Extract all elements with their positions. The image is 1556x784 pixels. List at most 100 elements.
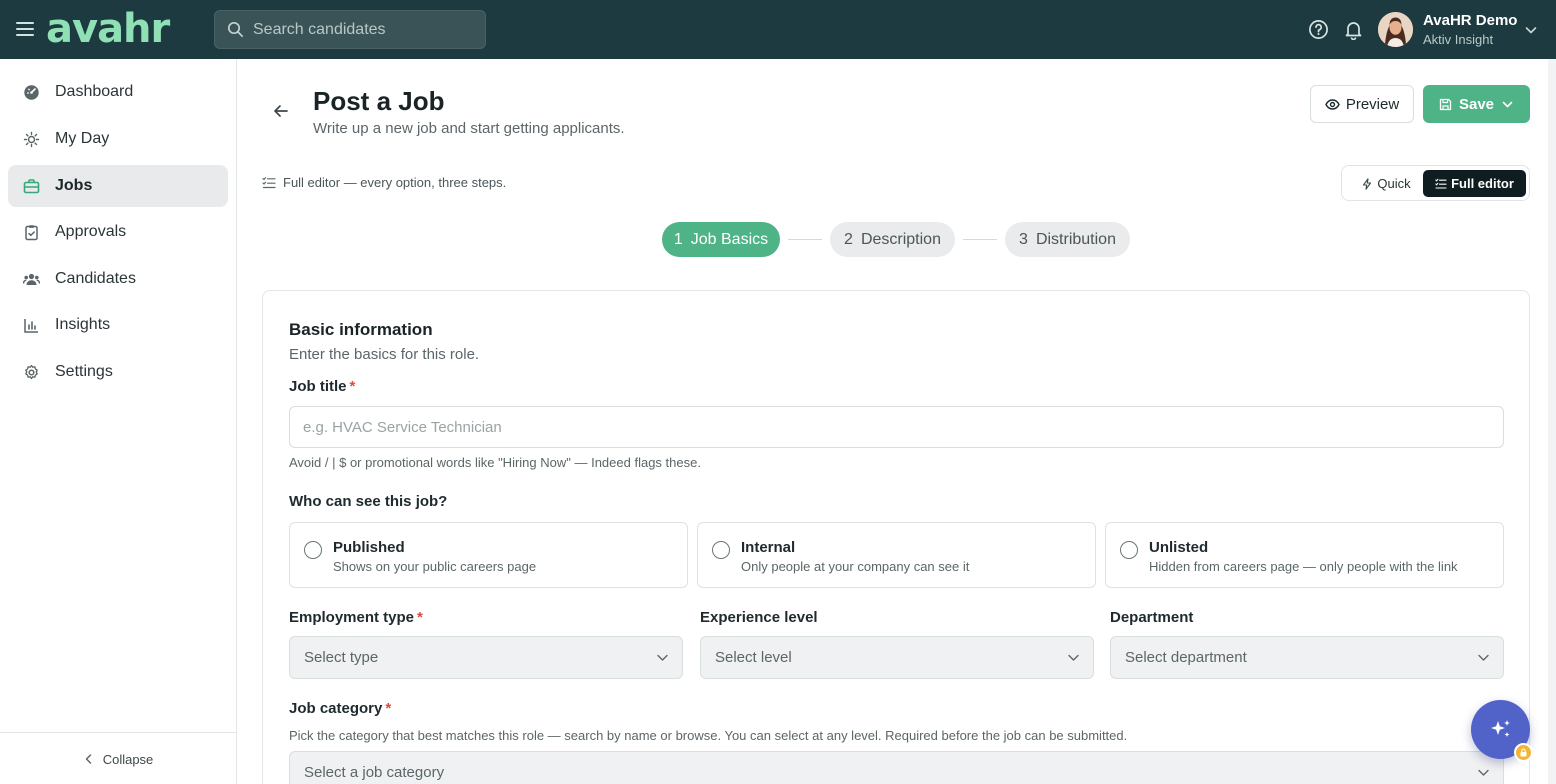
save-label: Save: [1458, 95, 1495, 113]
collapse-button[interactable]: Collapse: [0, 747, 236, 771]
step-distribution[interactable]: 3 Distribution: [1005, 222, 1130, 257]
chevron-down-icon: [1501, 98, 1514, 111]
job-category-label: Job category *: [289, 700, 391, 717]
full-editor-label: Full editor: [1451, 176, 1514, 191]
gear-icon: [23, 364, 40, 381]
chevron-down-icon: [1477, 651, 1490, 664]
sidebar: Dashboard My Day Jobs Approvals Candidat…: [0, 59, 237, 784]
select-value: Select level: [715, 649, 792, 666]
sidebar-item-label: Candidates: [55, 270, 136, 287]
dashboard-icon: [23, 84, 40, 101]
required-mark: *: [385, 700, 392, 717]
preview-label: Preview: [1345, 95, 1400, 113]
employment-type-label: Employment type *: [289, 609, 423, 626]
department-label: Department: [1110, 609, 1194, 626]
sidebar-item-jobs[interactable]: Jobs: [8, 165, 228, 207]
required-mark: *: [417, 609, 423, 626]
step-connector: [963, 239, 997, 240]
job-title-input[interactable]: [289, 406, 1504, 448]
sidebar-divider: [0, 732, 236, 733]
required-mark: *: [349, 378, 356, 395]
save-button[interactable]: Save: [1423, 85, 1530, 123]
avatar[interactable]: [1378, 12, 1413, 47]
users-icon: [23, 271, 40, 288]
quick-mode-button[interactable]: Quick: [1350, 170, 1422, 197]
job-title-label-text: Job title: [289, 378, 347, 395]
sidebar-item-settings[interactable]: Settings: [8, 351, 228, 393]
lock-badge: [1514, 743, 1533, 762]
sidebar-item-approvals[interactable]: Approvals: [8, 211, 228, 253]
brand-logo[interactable]: avahr: [46, 6, 170, 52]
select-value: Select type: [304, 649, 379, 666]
user-org: Aktiv Insight: [1423, 32, 1494, 47]
sidebar-item-insights[interactable]: Insights: [8, 304, 228, 346]
sparkles-icon: [1488, 717, 1513, 742]
job-category-label-text: Job category: [289, 700, 383, 717]
visibility-option-published[interactable]: Published Shows on your public careers p…: [289, 522, 688, 588]
option-title: Internal: [741, 539, 796, 556]
sidebar-item-candidates[interactable]: Candidates: [8, 258, 228, 300]
job-category-help: Pick the category that best matches this…: [289, 728, 1128, 743]
section-title: Basic information: [289, 320, 433, 339]
step-label: Job Basics: [690, 230, 769, 248]
eye-icon: [1325, 97, 1340, 112]
back-arrow-icon[interactable]: [272, 102, 290, 120]
step-label: Distribution: [1035, 230, 1116, 248]
visibility-option-unlisted[interactable]: Unlisted Hidden from careers page — only…: [1105, 522, 1504, 588]
help-icon[interactable]: [1308, 19, 1329, 40]
menu-icon[interactable]: [14, 18, 36, 40]
sidebar-item-label: My Day: [55, 130, 110, 147]
preview-button[interactable]: Preview: [1310, 85, 1414, 123]
chevron-down-icon: [656, 651, 669, 664]
radio-button[interactable]: [1120, 541, 1138, 559]
chevron-left-icon: [83, 753, 95, 765]
chevron-down-icon: [1067, 651, 1080, 664]
job-title-help: Avoid / | $ or promotional words like "H…: [289, 455, 701, 470]
bell-icon[interactable]: [1343, 19, 1364, 40]
option-title: Unlisted: [1149, 539, 1209, 556]
page-subtitle: Write up a new job and start getting app…: [313, 120, 625, 137]
employment-type-select[interactable]: Select type: [289, 636, 683, 679]
department-select[interactable]: Select department: [1110, 636, 1504, 679]
experience-level-label: Experience level: [700, 609, 818, 626]
list-check-icon: [1435, 178, 1447, 190]
sun-icon: [23, 131, 40, 148]
list-check-icon: [262, 176, 276, 190]
sidebar-item-label: Jobs: [55, 177, 93, 194]
radio-button[interactable]: [304, 541, 322, 559]
sidebar-item-label: Insights: [55, 316, 111, 333]
editor-mode-note: Full editor — every option, three steps.: [262, 175, 506, 190]
sidebar-item-label: Approvals: [55, 223, 127, 240]
sidebar-item-dashboard[interactable]: Dashboard: [8, 71, 228, 113]
lightning-icon: [1361, 177, 1373, 190]
option-description: Hidden from careers page — only people w…: [1149, 559, 1458, 574]
briefcase-icon: [23, 178, 40, 195]
job-title-label: Job title *: [289, 378, 355, 395]
search-icon: [227, 21, 244, 38]
full-editor-button[interactable]: Full editor: [1423, 170, 1526, 197]
editor-mode-text: Full editor — every option, three steps.: [283, 175, 507, 190]
user-name[interactable]: AvaHR Demo: [1423, 12, 1517, 29]
step-job-basics[interactable]: 1 Job Basics: [662, 222, 780, 257]
step-number: 1: [673, 230, 683, 248]
sidebar-item-label: Settings: [55, 363, 113, 380]
step-connector: [788, 239, 822, 240]
scrollbar[interactable]: [1548, 59, 1556, 784]
bar-chart-icon: [23, 317, 40, 334]
step-number: 2: [844, 230, 853, 248]
visibility-option-internal[interactable]: Internal Only people at your company can…: [697, 522, 1096, 588]
experience-level-select[interactable]: Select level: [700, 636, 1094, 679]
page-title: Post a Job: [313, 86, 445, 116]
employment-type-label-text: Employment type: [289, 609, 415, 626]
search-input[interactable]: [253, 20, 473, 39]
sidebar-item-my-day[interactable]: My Day: [8, 118, 228, 160]
step-description[interactable]: 2 Description: [830, 222, 955, 257]
chevron-down-icon[interactable]: [1524, 23, 1538, 37]
top-bar: avahr AvaHR Demo Aktiv Insight: [0, 0, 1556, 59]
radio-button[interactable]: [712, 541, 730, 559]
job-category-select[interactable]: Select a job category: [289, 751, 1504, 784]
search-box[interactable]: [214, 10, 486, 49]
select-value: Select department: [1125, 649, 1247, 666]
save-icon: [1439, 98, 1452, 111]
editor-mode-toggle: Quick Full editor: [1341, 165, 1530, 201]
